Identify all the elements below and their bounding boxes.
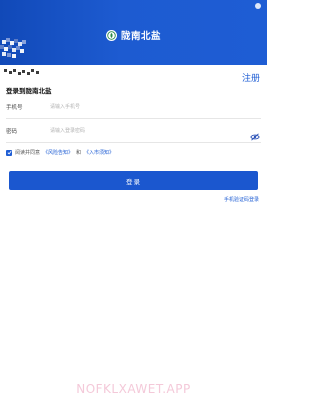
register-link[interactable]: 注册: [242, 71, 260, 84]
status-indicator-icon: [255, 3, 261, 9]
eye-off-icon[interactable]: [250, 126, 260, 141]
agreement-checkbox[interactable]: [6, 149, 12, 156]
app-title: 陇南北盐: [120, 31, 161, 42]
password-input[interactable]: [50, 124, 240, 138]
phone-input[interactable]: [50, 100, 240, 114]
wheat-leaf-logo-icon: [105, 29, 117, 41]
app-header: 陇南北盐: [0, 0, 267, 65]
sms-login-link[interactable]: 手机验证码登录: [224, 196, 259, 203]
status-bar: [0, 0, 267, 14]
entry-notice-link[interactable]: 《入市须知》: [84, 149, 114, 156]
page-title: 登录到陇南北盐: [6, 87, 52, 95]
agreement-prefix: 阅读并同意: [15, 150, 41, 156]
phone-field-row: 手机号: [6, 98, 261, 119]
checkmark-icon: [7, 150, 11, 155]
phone-label: 手机号: [6, 105, 23, 111]
obscured-text: [4, 69, 40, 77]
password-field-row: 密码: [6, 122, 261, 143]
brand: 陇南北盐: [0, 27, 267, 43]
agreement-and: 和: [76, 150, 82, 156]
login-button[interactable]: 登录: [9, 171, 258, 190]
watermark: NOFKLXAWET.APP: [76, 382, 191, 396]
obscured-region: [0, 38, 30, 58]
password-label: 密码: [6, 129, 18, 135]
agreement-row: 阅读并同意 《风险告知》 和 《入市须知》: [6, 148, 114, 157]
risk-notice-link[interactable]: 《风险告知》: [43, 149, 73, 156]
